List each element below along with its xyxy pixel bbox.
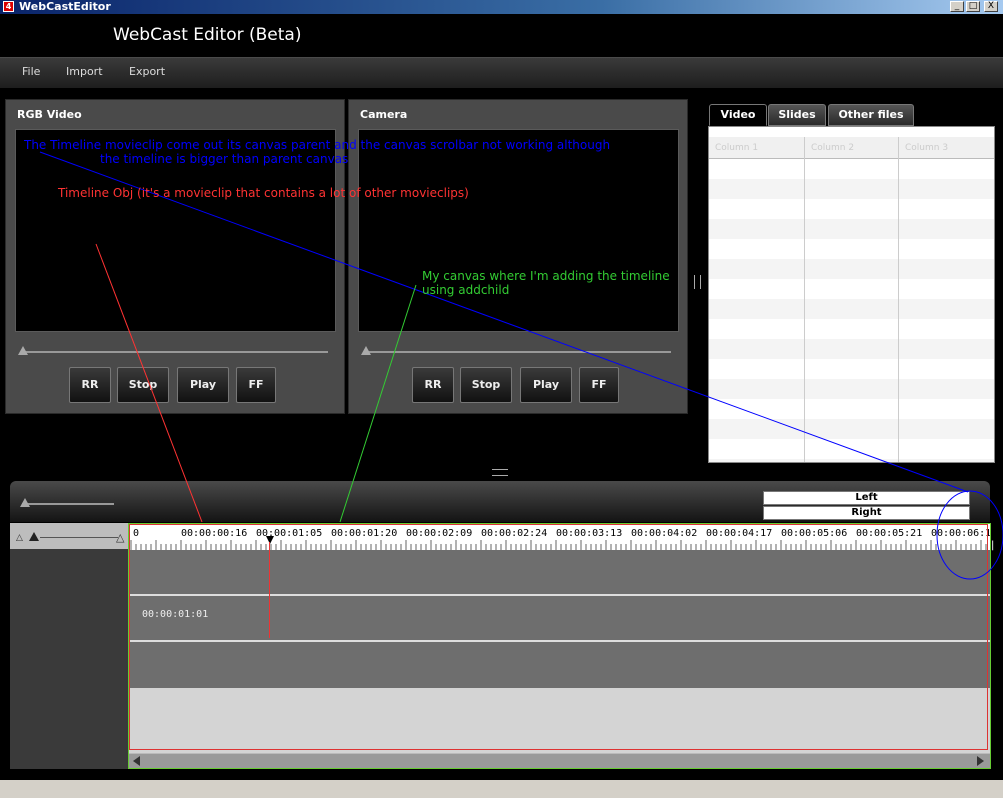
tab-video[interactable]: Video bbox=[709, 104, 767, 126]
window-title: WebCastEditor bbox=[19, 0, 111, 13]
camera-screen bbox=[358, 129, 679, 332]
camera-play-button[interactable]: Play bbox=[520, 367, 572, 403]
grid-header-column-3[interactable]: Column 3 bbox=[899, 137, 994, 159]
left-button[interactable]: Left bbox=[763, 491, 970, 505]
minimize-button[interactable]: _ bbox=[950, 1, 964, 12]
grid-row[interactable] bbox=[709, 439, 994, 459]
rgb-ff-button[interactable]: FF bbox=[236, 367, 276, 403]
ruler-tick-label: 00:00:01:20 bbox=[331, 528, 398, 539]
files-datagrid[interactable]: Column 1 Column 2 Column 3 bbox=[708, 126, 995, 463]
app-title: WebCast Editor (Beta) bbox=[113, 25, 302, 45]
rgb-stop-button[interactable]: Stop bbox=[117, 367, 169, 403]
timeline-track-1[interactable] bbox=[129, 550, 990, 594]
playhead-line bbox=[269, 542, 270, 638]
annotation-blue-text-2: the timeline is bigger than parent canva… bbox=[100, 152, 349, 166]
grid-header-column-1[interactable]: Column 1 bbox=[709, 137, 805, 159]
rgb-play-button[interactable]: Play bbox=[177, 367, 229, 403]
grid-row[interactable] bbox=[709, 239, 994, 259]
grid-row[interactable] bbox=[709, 399, 994, 419]
horizontal-splitter-grip[interactable] bbox=[492, 469, 508, 476]
right-button[interactable]: Right bbox=[763, 506, 970, 520]
grid-row[interactable] bbox=[709, 199, 994, 219]
rgb-seek-track[interactable] bbox=[22, 351, 328, 353]
grid-row[interactable] bbox=[709, 299, 994, 319]
annotation-green-text-2: using addchild bbox=[422, 283, 510, 297]
timeline-track-headers: △ △ bbox=[10, 523, 128, 769]
annotation-blue-text-1: The Timeline movieclip come out its canv… bbox=[24, 138, 611, 152]
grid-row[interactable] bbox=[709, 459, 994, 462]
scroll-right-arrow[interactable] bbox=[977, 756, 984, 766]
scroll-left-arrow[interactable] bbox=[133, 756, 140, 766]
camera-seek-thumb[interactable] bbox=[361, 346, 371, 355]
overflow-tick: | bbox=[991, 540, 995, 551]
scale-track[interactable] bbox=[40, 537, 118, 538]
timeline-track-3[interactable] bbox=[129, 642, 990, 688]
menu-import[interactable]: Import bbox=[66, 65, 103, 78]
ruler-tick-label: 00:00:06:10 bbox=[931, 528, 991, 539]
grid-row[interactable] bbox=[709, 379, 994, 399]
zoom-track[interactable] bbox=[22, 503, 114, 505]
playhead-marker[interactable] bbox=[266, 536, 274, 544]
rgb-rr-button[interactable]: RR bbox=[69, 367, 111, 403]
ruler-tick-label: 00:00:02:24 bbox=[481, 528, 548, 539]
grid-row[interactable] bbox=[709, 219, 994, 239]
ruler-tick-label: 00:00:05:06 bbox=[781, 528, 848, 539]
vertical-splitter-grip[interactable] bbox=[694, 275, 701, 289]
ruler-tick-label: 00:00:04:02 bbox=[631, 528, 698, 539]
ruler-tick-label: 00:00:03:13 bbox=[556, 528, 623, 539]
timeline-track-2[interactable]: 00:00:01:01 bbox=[129, 596, 990, 640]
tab-slides[interactable]: Slides bbox=[768, 104, 826, 126]
ruler-minor-ticks bbox=[130, 540, 987, 550]
window-titlebar: 4 WebCastEditor _ □ X bbox=[0, 0, 1003, 14]
grid-row[interactable] bbox=[709, 279, 994, 299]
ruler-tick-label: 00:00:02:09 bbox=[406, 528, 473, 539]
scale-slider-bg bbox=[10, 523, 128, 549]
close-button[interactable]: X bbox=[984, 1, 998, 12]
timeline-ruler[interactable]: 0 00:00:00:16 00:00:01:05 00:00:01:20 00:00:… bbox=[129, 524, 990, 550]
ruler-tick-label: 0 bbox=[133, 528, 140, 539]
grid-column-divider bbox=[804, 137, 805, 462]
menu-export[interactable]: Export bbox=[129, 65, 165, 78]
scale-large-icon: △ bbox=[116, 531, 125, 544]
camera-seek-track[interactable] bbox=[365, 351, 671, 353]
scale-thumb[interactable] bbox=[29, 532, 39, 541]
grid-row[interactable] bbox=[709, 419, 994, 439]
rgb-video-title: RGB Video bbox=[17, 108, 82, 121]
camera-rr-button[interactable]: RR bbox=[412, 367, 454, 403]
grid-row[interactable] bbox=[709, 319, 994, 339]
grid-row[interactable] bbox=[709, 339, 994, 359]
annotation-green-text-1: My canvas where I'm adding the timeline bbox=[422, 269, 670, 283]
timeline-hscrollbar[interactable] bbox=[129, 753, 990, 768]
scale-small-icon: △ bbox=[16, 533, 23, 543]
rgb-seek-thumb[interactable] bbox=[18, 346, 28, 355]
status-bar bbox=[0, 780, 1003, 798]
grid-row[interactable] bbox=[709, 179, 994, 199]
timeline-canvas[interactable]: 0 00:00:00:16 00:00:01:05 00:00:01:20 00:00:… bbox=[128, 523, 991, 769]
ruler-tick-label: 00:00:04:17 bbox=[706, 528, 773, 539]
grid-row[interactable] bbox=[709, 359, 994, 379]
tab-other-files[interactable]: Other files bbox=[828, 104, 914, 126]
annotation-red-text: Timeline Obj (it's a movieclip that cont… bbox=[58, 186, 469, 200]
menu-file[interactable]: File bbox=[22, 65, 40, 78]
camera-ff-button[interactable]: FF bbox=[579, 367, 619, 403]
grid-column-divider bbox=[898, 137, 899, 462]
menubar: File Import Export bbox=[0, 57, 1003, 88]
grid-header-column-2[interactable]: Column 2 bbox=[805, 137, 899, 159]
grid-row[interactable] bbox=[709, 159, 994, 179]
maximize-button[interactable]: □ bbox=[966, 1, 980, 12]
ruler-tick-label: 00:00:00:16 bbox=[181, 528, 248, 539]
camera-stop-button[interactable]: Stop bbox=[460, 367, 512, 403]
app-icon: 4 bbox=[3, 1, 14, 12]
ruler-tick-label: 00:00:05:21 bbox=[856, 528, 923, 539]
track-time-label: 00:00:01:01 bbox=[142, 609, 209, 620]
grid-row[interactable] bbox=[709, 259, 994, 279]
zoom-thumb[interactable] bbox=[20, 498, 30, 507]
camera-title: Camera bbox=[360, 108, 408, 121]
